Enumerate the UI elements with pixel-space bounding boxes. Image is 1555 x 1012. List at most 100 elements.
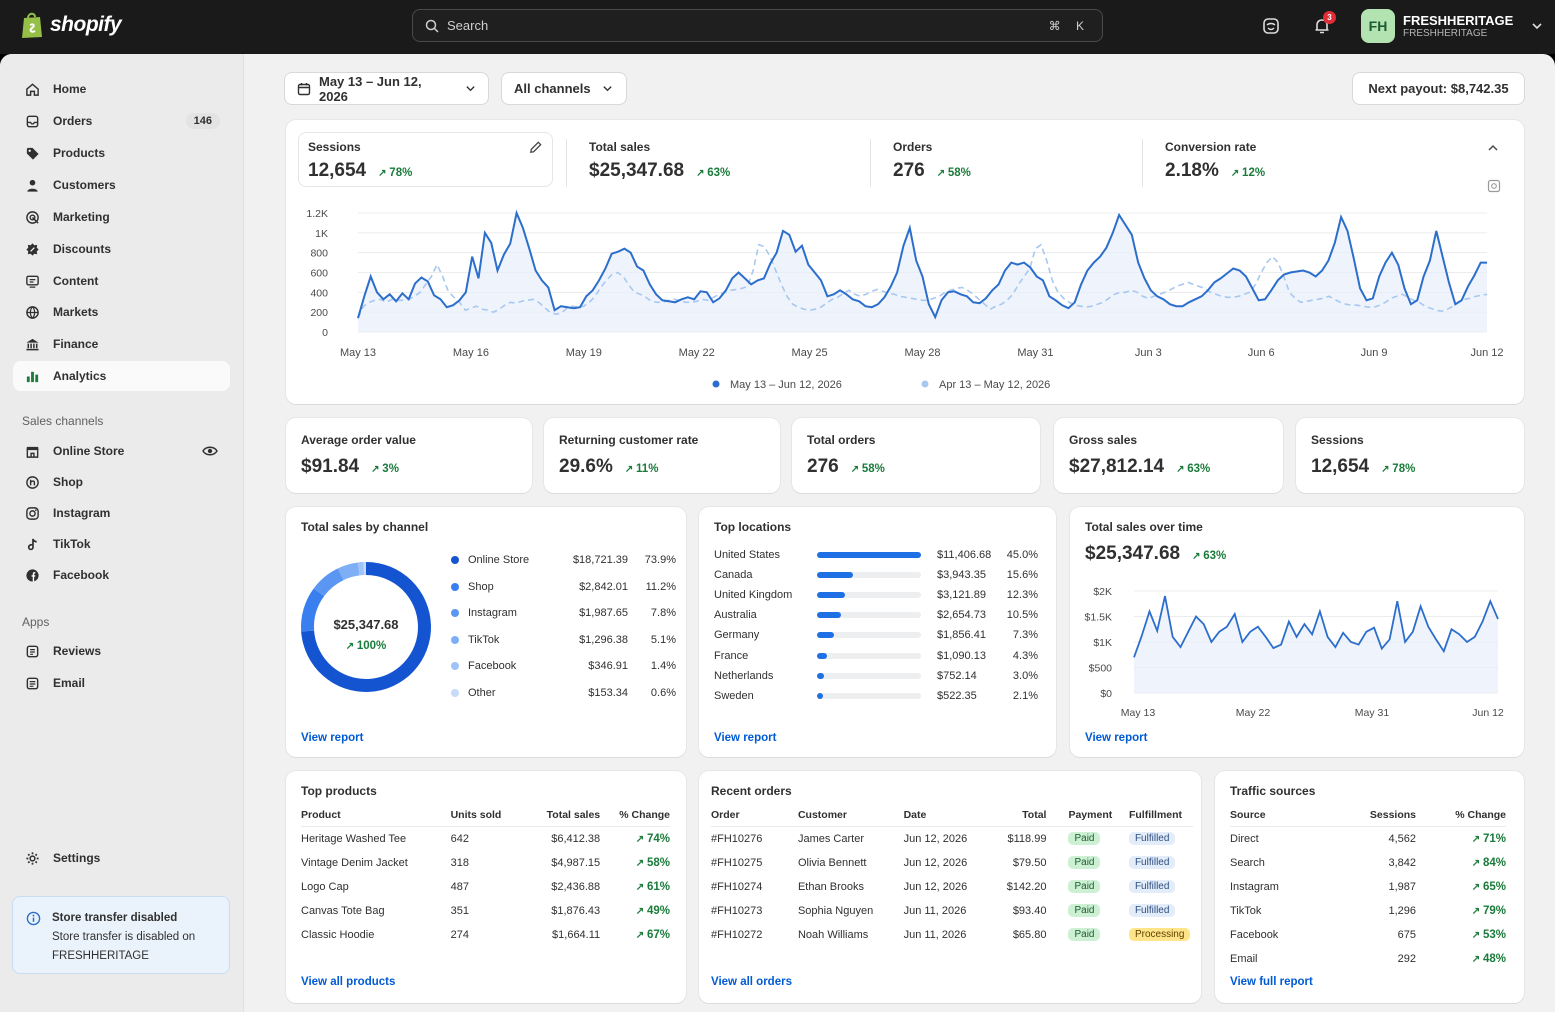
column-header: % Change <box>1416 809 1506 827</box>
location-row[interactable]: United States $11,406.68 45.0% <box>714 548 1044 562</box>
metric-card-total-orders[interactable]: Total orders 276 58% <box>792 418 1040 493</box>
sidebar-item-label: Reviews <box>53 644 102 658</box>
sidebar-item-content[interactable]: Content <box>13 266 230 296</box>
change-value: 58% <box>636 857 670 869</box>
sidebar-item-facebook[interactable]: Facebook <box>13 560 230 590</box>
table-row[interactable]: #FH10274 Ethan Brooks Jun 12, 2026 $142.20 P… <box>711 875 1193 899</box>
chevron-down-icon <box>1532 23 1542 30</box>
sidebar-item-discounts[interactable]: Discounts <box>13 234 230 264</box>
metric-label: Total orders <box>807 433 876 447</box>
sidekick-button[interactable] <box>1258 13 1284 39</box>
location-row[interactable]: United Kingdom $3,121.89 12.3% <box>714 588 1044 602</box>
y-tick-label: 0 <box>322 327 328 339</box>
sales-over-time-chart: $2K $1.5K $1K $500 $0 May 13 May 22 May 31 Jun 1… <box>1085 586 1504 719</box>
channel-legend-row[interactable]: Instagram $1,987.65 7.8% <box>451 607 676 619</box>
x-tick-label: May 25 <box>792 347 828 359</box>
search-bar[interactable]: ⌘ K <box>412 9 1103 42</box>
sidebar-item-marketing[interactable]: Marketing <box>13 202 230 232</box>
location-bar <box>817 612 842 619</box>
sidebar-item-instagram[interactable]: Instagram <box>13 498 230 528</box>
channel-legend-row[interactable]: Facebook $346.91 1.4% <box>451 660 676 672</box>
sidebar-item-online-store[interactable]: Online Store <box>13 436 230 466</box>
channel-legend-row[interactable]: Other $153.34 0.6% <box>451 687 676 699</box>
sidebar-item-finance[interactable]: Finance <box>13 329 230 359</box>
y-tick-label: 800 <box>310 248 328 260</box>
search-input[interactable] <box>447 18 1049 33</box>
table-row[interactable]: Vintage Denim Jacket 318 $4,987.15 58% <box>301 851 670 875</box>
table-cell: Canvas Tote Bag <box>301 904 385 917</box>
location-row[interactable]: France $1,090.13 4.3% <box>714 649 1044 663</box>
table-row[interactable]: Classic Hoodie 274 $1,664.11 67% <box>301 923 670 947</box>
table-cell: $118.99 <box>1007 832 1047 845</box>
table-cell: 3,842 <box>1388 856 1416 869</box>
table-row[interactable]: #FH10272 Noah Williams Jun 11, 2026 $65.80 P… <box>711 923 1193 947</box>
view-all-products-link[interactable]: View all products <box>301 976 395 988</box>
sidebar-item-shop[interactable]: Shop <box>13 467 230 497</box>
next-payout-button[interactable]: Next payout: $8,742.35 <box>1352 72 1525 105</box>
channel-legend-row[interactable]: Shop $2,842.01 11.2% <box>451 581 676 593</box>
table-row[interactable]: Email 292 48% <box>1230 947 1506 971</box>
location-name: Germany <box>714 629 760 642</box>
notifications-button[interactable]: 3 <box>1309 11 1336 39</box>
metric-card-sessions[interactable]: Sessions 12,654 78% <box>1296 418 1524 493</box>
metric-card-returning-customer-rate[interactable]: Returning customer rate 29.6% 11% <box>544 418 780 493</box>
sidebar-item-email[interactable]: Email <box>13 668 230 698</box>
table-cell: 642 <box>450 832 469 845</box>
location-row[interactable]: Sweden $522.35 2.1% <box>714 689 1044 703</box>
sidebar-item-home[interactable]: Home <box>13 74 230 104</box>
view-report-link[interactable]: View report <box>1085 732 1147 744</box>
location-row[interactable]: Canada $3,943.35 15.6% <box>714 568 1044 582</box>
metric-card-average-order-value[interactable]: Average order value $91.84 3% <box>286 418 532 493</box>
table-row[interactable]: #FH10275 Olivia Bennett Jun 12, 2026 $79.50… <box>711 851 1193 875</box>
sidebar-item-settings[interactable]: Settings <box>13 843 230 873</box>
table-row[interactable]: Direct 4,562 71% <box>1230 827 1506 851</box>
store-name: FRESHHERITAGE <box>1403 12 1514 28</box>
table-cell: Logo Cap <box>301 880 349 893</box>
channel-legend-row[interactable]: TikTok $1,296.38 5.1% <box>451 634 676 646</box>
column-header: Payment <box>1046 809 1119 827</box>
metric-label: Sessions <box>1311 433 1364 447</box>
location-row[interactable]: Germany $1,856.41 7.3% <box>714 628 1044 642</box>
x-tick-label: Jun 6 <box>1248 347 1275 359</box>
table-row[interactable]: Logo Cap 487 $2,436.88 61% <box>301 875 670 899</box>
date-range-picker[interactable]: May 13 – Jun 12, 2026 <box>284 72 489 105</box>
location-bar <box>817 672 824 679</box>
sidebar-item-tiktok[interactable]: TikTok <box>13 529 230 559</box>
channels-filter[interactable]: All channels <box>501 72 627 105</box>
channel-name: Facebook <box>468 660 517 672</box>
table-cell: Direct <box>1230 832 1259 845</box>
sidebar-item-markets[interactable]: Markets <box>13 297 230 327</box>
column-header: Order <box>711 809 798 827</box>
table-cell: #FH10273 <box>711 904 763 917</box>
view-report-link[interactable]: View report <box>301 732 363 744</box>
table-cell: TikTok <box>1230 904 1262 917</box>
channel-legend-row[interactable]: Online Store $18,721.39 73.9% <box>451 554 676 566</box>
table-row[interactable]: Canvas Tote Bag 351 $1,876.43 49% <box>301 899 670 923</box>
table-row[interactable]: TikTok 1,296 79% <box>1230 899 1506 923</box>
sidebar-item-products[interactable]: Products <box>13 138 230 168</box>
view-report-link[interactable]: View report <box>714 732 776 744</box>
view-full-report-link[interactable]: View full report <box>1230 976 1313 988</box>
table-row[interactable]: Facebook 675 53% <box>1230 923 1506 947</box>
table-row[interactable]: #FH10273 Sophia Nguyen Jun 11, 2026 $93.40 P… <box>711 899 1193 923</box>
channels-filter-label: All channels <box>514 81 591 96</box>
view-all-orders-link[interactable]: View all orders <box>711 976 792 988</box>
sidebar-item-analytics[interactable]: Analytics <box>13 361 230 391</box>
sidebar-item-customers[interactable]: Customers <box>13 170 230 200</box>
table-cell: 318 <box>450 856 469 869</box>
facebook-icon <box>24 567 40 583</box>
store-menu-button[interactable]: FH FRESHHERITAGE FRESHHERITAGE <box>1361 9 1543 43</box>
sidebar-item-reviews[interactable]: Reviews <box>13 636 230 666</box>
table-row[interactable]: Search 3,842 84% <box>1230 851 1506 875</box>
sales-by-channel-card: Total sales by channel $25,347.68 100% O… <box>286 507 686 757</box>
sidebar-item-orders[interactable]: Orders 146 <box>13 106 230 136</box>
location-row[interactable]: Netherlands $752.14 3.0% <box>714 669 1044 683</box>
shopify-logo[interactable]: shopify <box>20 11 122 39</box>
table-row[interactable]: Instagram 1,987 65% <box>1230 875 1506 899</box>
location-row[interactable]: Australia $2,654.73 10.5% <box>714 608 1044 622</box>
metric-label: Gross sales <box>1069 433 1138 447</box>
metric-card-gross-sales[interactable]: Gross sales $27,812.14 63% <box>1054 418 1283 493</box>
table-row[interactable]: #FH10276 James Carter Jun 12, 2026 $118.99 P… <box>711 827 1193 851</box>
eye-icon[interactable] <box>202 444 218 461</box>
table-row[interactable]: Heritage Washed Tee 642 $6,412.38 74% <box>301 827 670 851</box>
